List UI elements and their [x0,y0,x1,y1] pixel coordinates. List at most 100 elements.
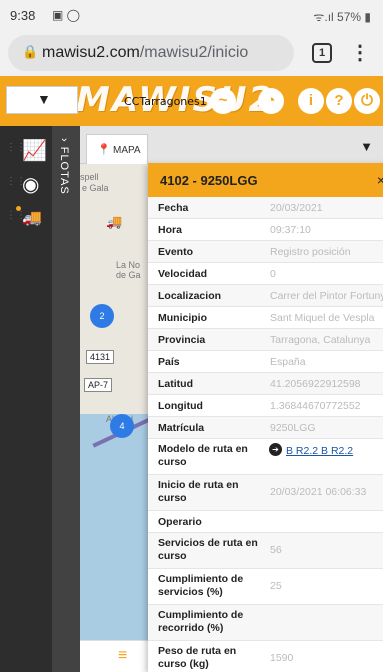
info-row-value: 56 [270,544,282,556]
info-row-key: Municipio [158,312,207,324]
info-row-key: Longitud [158,400,203,412]
gauge-icon: ◉ [22,174,40,196]
url-text[interactable]: mawisu2.com/mawisu2/inicio [42,44,248,62]
fleet-selector[interactable]: ▼ [6,86,78,114]
info-row-key: Matrícula [158,422,205,434]
info-row-value: 1590 [270,652,294,664]
marker-cluster[interactable]: 2 [90,304,114,328]
map-label: e Gala [82,183,109,193]
info-row: Provincia Tarragona, Catalunya [148,329,383,351]
flotas-label: › FLOTAS [58,138,70,195]
app-header: MAWISU2 ▼ CCTarragones1 ~ ◔ i ? ⏻ [0,76,383,126]
info-row-key: Operario [158,516,202,528]
map-label: La No [116,260,141,270]
url-path: /mawisu2/inicio [139,44,249,61]
popup-header: 4102 - 9250LGG × [148,163,383,197]
info-row: Latitud 41.2056922912598 [148,373,383,395]
chart-icon: 📈 [22,140,47,162]
info-row-key: Cumplimiento de servicios (%) [158,573,244,598]
hamburger-icon[interactable]: ≡ [118,647,127,665]
close-icon[interactable]: × [377,172,383,188]
info-row-key: Modelo de ruta en curso [158,443,248,468]
info-row-value: Tarragona, Catalunya [270,334,371,346]
vehicle-info-popup: 4102 - 9250LGG × Fecha 20/03/2021 Hora 09:3… [148,163,383,672]
info-row: Matrícula 9250LGG [148,417,383,439]
fleet-label: CCTarragones1 [124,95,207,108]
info-row-key: Servicios de ruta en curso [158,537,258,562]
rail-item-charts[interactable]: ⋮⋮ 📈 [0,134,52,168]
info-row: Modelo de ruta en curso ➔ B R2.2 B R2.2 [148,439,383,475]
info-row-value: 41.2056922912598 [270,378,361,390]
info-row-value: Sant Miquel de Vespla [270,312,375,324]
info-row-value: 20/03/2021 [270,202,323,214]
tab-map-label: MAPA [113,145,141,156]
marker-cluster[interactable]: 4 [110,414,134,438]
route-link[interactable]: B R2.2 B R2.2 [286,445,353,458]
side-rail: ⋮⋮ 📈 ⋮⋮ ◉ ⋮⋮ 🚚 [0,126,52,672]
tab-map[interactable]: 📍 MAPA [86,134,148,164]
status-time: 9:38 [10,8,36,23]
truck-icon[interactable]: 🚚 [106,214,122,230]
info-row: Inicio de ruta en curso 20/03/2021 06:06:… [148,475,383,511]
info-row-key: Latitud [158,378,193,390]
info-row: Servicios de ruta en curso 56 [148,533,383,569]
info-row-key: País [158,356,180,368]
flotas-panel-toggle[interactable]: › FLOTAS [52,126,80,672]
info-row: Peso de ruta en curso (kg) 1590 [148,641,383,672]
info-row-value: 0 [270,268,276,280]
info-row-value: Registro posición [270,246,351,258]
gauge-icon[interactable]: ◔ [258,88,284,114]
info-row: Localizacion Carrer del Pintor Fortuny [148,285,383,307]
info-row: País España [148,351,383,373]
info-row-key: Velocidad [158,268,208,280]
lock-icon: 🔒 [22,44,39,59]
pulse-icon[interactable]: ~ [210,88,236,114]
bottom-bar: ≡ [80,640,148,672]
browser-toolbar: 🔒 mawisu2.com/mawisu2/inicio 1 ⋮ [0,30,383,76]
address-bar[interactable]: 🔒 mawisu2.com/mawisu2/inicio [8,35,294,71]
url-host: mawisu2.com [42,44,140,61]
info-row: Operario [148,511,383,533]
info-row-value: 25 [270,580,282,592]
info-row-key: Localizacion [158,290,222,302]
power-icon[interactable]: ⏻ [354,88,380,114]
active-indicator [16,206,21,211]
info-icon[interactable]: i [298,88,324,114]
notification-icons: ▣ ◯ [52,8,81,22]
info-row-value: 09:37:10 [270,224,311,236]
more-vert-icon[interactable]: ⋮ [350,40,370,65]
info-row: Cumplimiento de servicios (%) 25 [148,569,383,605]
info-row: Hora 09:37:10 [148,219,383,241]
info-row: Cumplimiento de recorrido (%) [148,605,383,641]
info-row-key: Provincia [158,334,206,346]
sea-area [80,414,150,672]
info-row-key: Peso de ruta en curso (kg) [158,645,237,670]
signal-battery-indicator: ᯤ.ıl 57% ▮ [313,10,371,24]
map-label: de Ga [116,270,141,280]
road-shield: 4131 [86,350,115,364]
map-pin-icon: 📍 [97,144,111,156]
info-row-key: Fecha [158,202,189,214]
help-icon[interactable]: ? [326,88,352,114]
chevron-down-icon[interactable]: ▼ [360,139,373,154]
popup-title: 4102 - 9250LGG [160,173,258,188]
info-row-key: Evento [158,246,194,258]
truck-icon: 🚚 [22,210,42,227]
info-row-value: 1.36844670772552 [270,400,361,412]
info-row: Evento Registro posición [148,241,383,263]
tab-switcher-button[interactable]: 1 [312,43,332,63]
info-row-value: 9250LGG [270,422,316,434]
info-row-value: 20/03/2021 06:06:33 [270,486,367,498]
info-row: Fecha 20/03/2021 [148,197,383,219]
map-tabs: 📍 MAPA ▼ [80,126,383,164]
info-row: Longitud 1.36844670772552 [148,395,383,417]
chevron-down-icon: ▼ [37,91,51,107]
rail-item-fleet[interactable]: ⋮⋮ 🚚 [0,202,52,236]
info-row-value: Carrer del Pintor Fortuny [270,290,383,302]
map-label: spell [80,172,99,182]
info-row: Municipio Sant Miquel de Vespla [148,307,383,329]
rail-item-dashboard[interactable]: ⋮⋮ ◉ [0,168,52,202]
status-bar: 9:38 ▣ ◯ ᯤ.ıl 57% ▮ [0,0,383,30]
route-icon[interactable]: ➔ [269,443,282,456]
info-row-key: Inicio de ruta en curso [158,479,239,504]
